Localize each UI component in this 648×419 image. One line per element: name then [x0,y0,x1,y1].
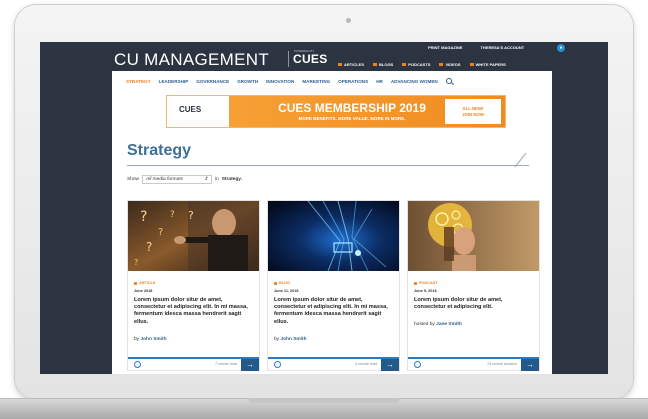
media-filter: Show All media formats ⇕ in Strategy. [127,175,242,184]
svg-text:?: ? [146,240,152,254]
page-content: STRATEGY LEADERSHIP GOVERNANCE GROWTH IN… [112,71,552,374]
card-type: ARTICLE [134,281,155,285]
card-byline: hosted by Jane Smith [414,322,462,327]
utility-nav-podcasts[interactable]: PODCASTS [402,62,430,67]
svg-text:?: ? [188,209,194,222]
webcam [346,18,351,23]
card-byline: by John Smith [274,337,307,342]
author-link[interactable]: John Smith [140,337,166,342]
svg-text:?: ? [158,227,163,238]
card-date: June 11, 2018 [274,289,299,293]
utility-nav: ARTICLES BLOGS PODCASTS VIDEOS WHITE PAP… [338,62,506,67]
svg-text:?: ? [134,258,138,267]
banner-title: CUES MEMBERSHIP 2019 [278,101,426,115]
utility-nav-articles[interactable]: ARTICLES [338,62,364,67]
cta-line-2: JOIN NOW [462,112,484,117]
card-type: PODCAST [414,281,438,285]
card-headline[interactable]: Lorem ipsum dolor situr de amet, consect… [414,297,535,311]
read-time: 7 minute read [215,362,237,366]
join-now-button[interactable]: ALL NEW! JOIN NOW [445,99,501,124]
logo-divider [288,51,289,67]
svg-text:?: ? [140,209,147,225]
nav-strategy[interactable]: STRATEGY [126,79,151,84]
top-links: PRINT MAGAZINE THERESA'S ACCOUNT [428,45,524,50]
select-arrows-icon: ⇕ [203,177,208,182]
page-title: Strategy [127,142,192,159]
membership-banner[interactable]: CUES CUES MEMBERSHIP 2019 MORE BENEFITS.… [166,95,506,128]
site-header: CU MANAGEMENT POWERED BY CUES PRINT MAGA… [40,42,608,71]
account-link[interactable]: THERESA'S ACCOUNT [480,45,524,50]
nav-governance[interactable]: GOVERNANCE [196,79,229,84]
laptop-screen: CU MANAGEMENT POWERED BY CUES PRINT MAGA… [40,42,608,374]
print-magazine-link[interactable]: PRINT MAGAZINE [428,45,462,50]
utility-nav-white-papers[interactable]: WHITE PAPERS [469,62,506,67]
card-type: BLOG [274,281,290,285]
site-logo[interactable]: CU MANAGEMENT [114,50,269,70]
search-icon[interactable] [445,78,452,84]
article-icon [134,281,137,285]
card-byline: by John Smith [134,337,167,342]
nav-growth[interactable]: GROWTH [237,79,258,84]
cta-line-1: ALL NEW! [462,106,484,111]
share-icon[interactable] [274,361,281,368]
nav-leadership[interactable]: LEADERSHIP [159,79,189,84]
nav-marketing[interactable]: MARKETING [302,79,330,84]
laptop-notch [248,398,400,403]
card-image-businessman[interactable]: ? ? ? ? ? ? [128,201,259,271]
articles-icon [338,63,342,66]
card-image-digital[interactable] [268,201,399,271]
read-time: 4 minute read [355,362,377,366]
author-link[interactable]: John Smith [280,337,306,342]
title-divider [127,165,529,166]
utility-nav-videos[interactable]: VIDEOS [439,62,461,67]
banner-logo: CUES [167,96,229,127]
cues-logo[interactable]: CUES [293,52,328,66]
white-papers-icon [469,63,474,66]
blog-icon [274,281,277,285]
author-link[interactable]: Jane Smith [436,322,462,327]
nav-operations[interactable]: OPERATIONS [338,79,368,84]
arrow-right-icon[interactable]: → [381,359,399,371]
card-footer: 7 minute read → [128,357,259,371]
podcast-icon [414,281,417,285]
card-date: June 2018 [134,289,153,293]
content-card[interactable]: PODCAST June 9, 2018 Lorem ipsum dolor s… [407,200,540,371]
content-card[interactable]: BLOG June 11, 2018 Lorem ipsum dolor sit… [267,200,400,371]
card-date: June 9, 2018 [414,289,437,293]
media-format-select[interactable]: All media formats ⇕ [142,175,212,184]
videos-icon [439,63,444,66]
main-nav: STRATEGY LEADERSHIP GOVERNANCE GROWTH IN… [126,78,452,84]
user-circle-icon[interactable]: ● [557,44,565,52]
utility-nav-blogs[interactable]: BLOGS [373,62,393,67]
nav-hr[interactable]: HR [376,79,383,84]
share-icon[interactable] [134,361,141,368]
card-headline[interactable]: Lorem ipsum dolor situr de amet, consect… [134,297,255,326]
card-footer: 24 minute duration → [408,357,539,371]
blogs-icon [373,63,377,66]
share-icon[interactable] [414,361,421,368]
card-footer: 4 minute read → [268,357,399,371]
nav-advancing-women[interactable]: ADVANCING WOMEN [391,79,438,84]
banner-subtitle: MORE BENEFITS. MORE VALUE. MORE IN MORE. [298,116,406,121]
card-headline[interactable]: Lorem ipsum dolor situr de amet, consect… [274,297,395,326]
arrow-right-icon[interactable]: → [241,359,259,371]
arrow-right-icon[interactable]: → [521,359,539,371]
nav-innovation[interactable]: INNOVATION [266,79,294,84]
svg-text:?: ? [170,210,175,220]
card-image-woman[interactable] [408,201,539,271]
content-card[interactable]: ? ? ? ? ? ? ARTICLE June 2018 Lorem ipsu… [127,200,260,371]
read-time: 24 minute duration [487,362,517,366]
podcasts-icon [402,63,407,66]
